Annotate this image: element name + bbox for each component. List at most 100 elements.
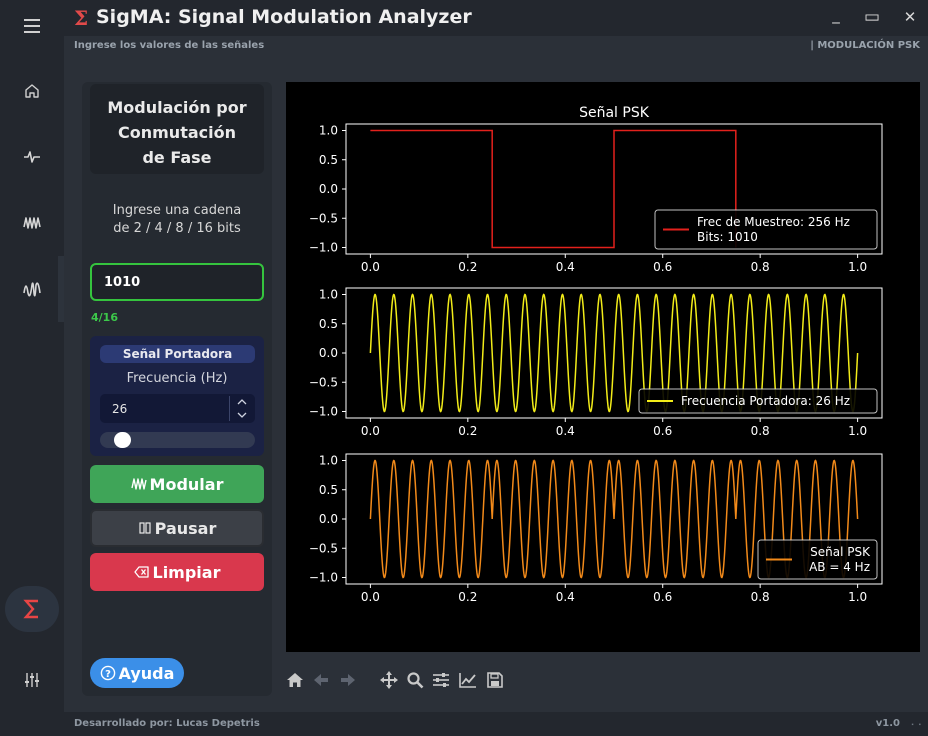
footer-credit: Desarrollado por: Lucas Depetris — [74, 718, 260, 729]
x-tick-label: 1.0 — [848, 590, 867, 604]
sidebar — [0, 0, 64, 736]
subheader: Ingrese los valores de las señales | MOD… — [64, 36, 928, 58]
clear-label: Limpiar — [152, 562, 221, 582]
x-tick-label: 0.4 — [556, 260, 575, 274]
magnifier-icon — [407, 672, 424, 689]
y-tick-label: 0.0 — [319, 512, 338, 526]
pause-label: Pausar — [154, 518, 217, 538]
y-tick-label: 0.5 — [319, 317, 338, 331]
x-tick-label: 0.2 — [458, 260, 477, 274]
wave-icon — [130, 478, 147, 490]
toolbar-back-button[interactable] — [310, 667, 332, 693]
bits-counter: 4/16 — [91, 311, 118, 324]
minimize-icon: _ — [832, 6, 840, 24]
legend-label: Bits: 1010 — [697, 230, 758, 244]
bits-input[interactable] — [90, 263, 264, 301]
sidebar-item-signal[interactable] — [0, 137, 64, 177]
sidebar-item-home[interactable] — [0, 71, 64, 111]
chevron-up-icon — [237, 399, 247, 405]
y-tick-label: 1.0 — [319, 288, 338, 302]
toolbar-pan-button[interactable] — [378, 667, 400, 693]
help-label: Ayuda — [118, 663, 175, 683]
y-tick-label: 1.0 — [319, 124, 338, 138]
maximize-icon: ▭ — [863, 7, 881, 27]
hamburger-menu-button[interactable] — [0, 6, 64, 46]
bits-prompt: Ingrese una cadena de 2 / 4 / 8 / 16 bit… — [90, 202, 264, 238]
sidebar-item-psk[interactable] — [5, 586, 59, 632]
close-button[interactable]: ✕ — [898, 6, 922, 28]
frequency-slider-handle[interactable] — [113, 432, 131, 448]
sigma-icon — [23, 599, 38, 619]
pulse-wave-icon — [24, 151, 40, 163]
x-tick-label: 0.8 — [751, 424, 770, 438]
toolbar-forward-button[interactable] — [337, 667, 359, 693]
y-tick-label: −1.0 — [309, 241, 338, 255]
clear-button[interactable]: Limpiar — [90, 553, 264, 591]
frequency-stepper[interactable] — [229, 396, 253, 421]
y-tick-label: 1.0 — [319, 454, 338, 468]
resize-grip-icon[interactable]: ⠠⠠ — [907, 718, 922, 729]
sidebar-item-am[interactable] — [0, 203, 64, 243]
modulation-title-card: Modulación por Conmutación de Fase — [90, 84, 264, 174]
x-tick-label: 0.8 — [751, 260, 770, 274]
close-icon: ✕ — [903, 8, 917, 26]
modulation-title-line: Conmutación — [118, 123, 236, 142]
home-icon — [287, 673, 303, 687]
decrement-button[interactable] — [230, 409, 254, 421]
sidebar-item-settings[interactable] — [0, 660, 64, 700]
minimize-button[interactable]: _ — [824, 4, 848, 26]
x-tick-label: 0.6 — [653, 590, 672, 604]
bits-prompt-line: Ingrese una cadena — [112, 203, 242, 218]
y-tick-label: −1.0 — [309, 571, 338, 585]
x-tick-label: 0.6 — [653, 424, 672, 438]
backspace-icon — [133, 566, 149, 578]
title-bar: Σ SigMA: Signal Modulation Analyzer _ ▭ … — [64, 0, 928, 36]
psk-chart: Señal PSK 0.0 0.2 0.4 0.6 0.8 1.0 1.0 0.5 0.0 −0.5… — [309, 105, 883, 604]
x-tick-label: 0.2 — [458, 424, 477, 438]
help-icon: ? — [100, 665, 115, 681]
carrier-title: Señal Portadora — [100, 345, 255, 363]
section-title: | MODULACIÓN PSK — [810, 40, 920, 51]
psk-plot-canvas[interactable]: Señal PSK 0.0 0.2 0.4 0.6 0.8 1.0 1.0 0.5 0.0 −0.5… — [286, 82, 920, 652]
toolbar-home-button[interactable] — [284, 667, 306, 693]
arrow-right-icon — [341, 674, 355, 686]
save-icon — [487, 672, 503, 688]
y-tick-label: −1.0 — [309, 405, 338, 419]
home-icon — [25, 84, 39, 98]
chart-title: Señal PSK — [579, 105, 650, 121]
arrow-left-icon — [314, 674, 328, 686]
x-tick-label: 1.0 — [848, 424, 867, 438]
x-tick-label: 0.4 — [556, 590, 575, 604]
sidebar-item-fm[interactable] — [0, 269, 64, 309]
increment-button[interactable] — [230, 396, 254, 408]
bits-prompt-line: de 2 / 4 / 8 / 16 bits — [113, 221, 241, 236]
svg-text:?: ? — [105, 669, 111, 680]
frequency-value[interactable]: 26 — [112, 402, 127, 416]
sliders-icon — [433, 673, 449, 687]
move-icon — [380, 671, 398, 689]
modulate-button[interactable]: Modular — [90, 465, 264, 503]
toolbar-subplots-button[interactable] — [430, 667, 452, 693]
toolbar-axes-button[interactable] — [457, 667, 479, 693]
pause-button[interactable]: Pausar — [90, 509, 264, 547]
legend-label: Señal PSK — [810, 545, 871, 559]
y-tick-label: 0.0 — [319, 182, 338, 196]
toolbar-zoom-button[interactable] — [404, 667, 426, 693]
legend-label: AB = 4 Hz — [809, 560, 870, 574]
legend-label: Frec de Muestreo: 256 Hz — [697, 215, 850, 229]
y-tick-label: −0.5 — [309, 541, 338, 555]
instruction-text: Ingrese los valores de las señales — [74, 40, 265, 51]
app-window: Σ SigMA: Signal Modulation Analyzer _ ▭ … — [0, 0, 928, 736]
hamburger-icon — [24, 19, 40, 33]
toolbar-save-button[interactable] — [484, 667, 506, 693]
y-tick-label: −0.5 — [309, 375, 338, 389]
x-tick-label: 0.0 — [361, 424, 380, 438]
am-wave-icon — [23, 217, 41, 229]
help-button[interactable]: ? Ayuda — [90, 658, 184, 688]
modulation-title-line: Modulación por — [107, 98, 247, 117]
fm-wave-icon — [23, 282, 41, 297]
maximize-button[interactable]: ▭ — [860, 6, 884, 28]
x-tick-label: 0.6 — [653, 260, 672, 274]
legend-label: Frecuencia Portadora: 26 Hz — [681, 394, 850, 408]
pause-icon — [139, 522, 151, 534]
